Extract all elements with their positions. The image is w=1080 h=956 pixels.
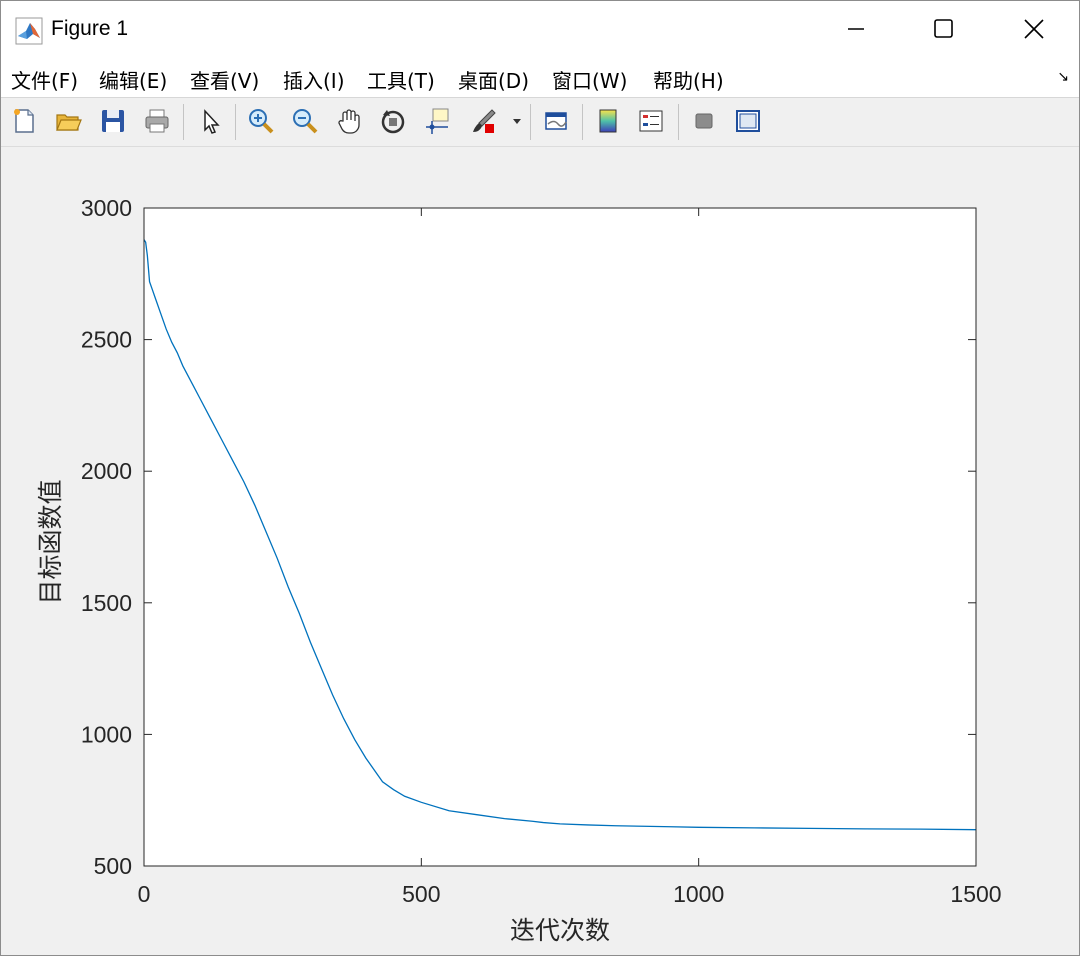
- new-figure-button[interactable]: [7, 104, 41, 138]
- menu-bar: 文件(F) 编辑(E) 查看(V) 插入(I) 工具(T) 桌面(D) 窗口(W…: [1, 57, 1079, 98]
- minimize-button[interactable]: [811, 1, 901, 57]
- menu-tools[interactable]: 工具(T): [367, 65, 435, 94]
- rotate-3d-icon: [381, 110, 405, 134]
- menu-window[interactable]: 窗口(W): [552, 65, 627, 94]
- x-axis-label: 迭代次数: [510, 916, 610, 945]
- colorbar-icon: [599, 109, 617, 133]
- link-plot-button[interactable]: [539, 104, 573, 138]
- y-axis-label: 目标函数值: [36, 479, 65, 604]
- minimize-icon: [848, 28, 864, 30]
- close-button[interactable]: [989, 1, 1079, 57]
- zoom-out-icon: [293, 109, 318, 134]
- y-tick-label: 2500: [81, 327, 132, 353]
- maximize-icon: [934, 19, 953, 38]
- y-tick-label: 2000: [81, 458, 132, 484]
- x-tick-label: 1000: [673, 881, 724, 907]
- data-cursor-button[interactable]: [420, 104, 454, 138]
- caret-down-icon: [513, 119, 521, 124]
- open-folder-icon: [56, 114, 82, 131]
- show-plot-tools-button[interactable]: [731, 104, 765, 138]
- zoom-in-button[interactable]: [244, 104, 278, 138]
- hide-plot-tools-button[interactable]: [687, 104, 721, 138]
- menu-view[interactable]: 查看(V): [190, 65, 259, 94]
- zoom-in-icon: [249, 109, 274, 134]
- link-plot-icon: [545, 112, 567, 130]
- y-tick-label: 3000: [81, 195, 132, 221]
- save-disk-icon: [102, 110, 124, 132]
- menu-insert[interactable]: 插入(I): [283, 65, 345, 94]
- menu-help[interactable]: 帮助(H): [653, 65, 724, 94]
- figure-toolbar: [1, 98, 1079, 147]
- pan-hand-icon: [338, 109, 360, 134]
- brush-dropdown[interactable]: [507, 104, 527, 138]
- y-tick-label: 500: [94, 853, 132, 879]
- toolbar-separator: [530, 104, 531, 140]
- toolbar-separator: [582, 104, 583, 140]
- menu-edit[interactable]: 编辑(E): [99, 65, 167, 94]
- toolbar-separator: [235, 104, 236, 140]
- open-file-button[interactable]: [51, 104, 85, 138]
- maximize-button[interactable]: [899, 1, 989, 57]
- zoom-out-button[interactable]: [288, 104, 322, 138]
- printer-icon: [145, 109, 169, 133]
- x-tick-label: 1500: [950, 881, 1001, 907]
- pan-button[interactable]: [332, 104, 366, 138]
- insert-legend-button[interactable]: [634, 104, 668, 138]
- rotate-3d-button[interactable]: [376, 104, 410, 138]
- legend-icon: [639, 110, 663, 132]
- title-bar[interactable]: Figure 1: [1, 1, 1079, 57]
- select-button[interactable]: [193, 104, 227, 138]
- line-plot[interactable]: 0 500 1000 150050010001500200025003000 迭代次数…: [1, 147, 1079, 955]
- brush-icon: [473, 109, 496, 133]
- menu-desktop[interactable]: 桌面(D): [458, 65, 529, 94]
- new-file-icon: [14, 109, 34, 133]
- y-tick-label: 1500: [81, 590, 132, 616]
- save-button[interactable]: [96, 104, 130, 138]
- matlab-logo-icon: [15, 17, 43, 45]
- y-tick-label: 1000: [81, 721, 132, 747]
- show-plot-tools-icon: [736, 110, 760, 132]
- window-title: Figure 1: [51, 17, 129, 40]
- toolbar-separator: [183, 104, 184, 140]
- insert-colorbar-button[interactable]: [591, 104, 625, 138]
- data-tips-icon: [426, 108, 449, 134]
- dock-arrow-icon[interactable]: ↘: [1057, 69, 1069, 85]
- figure-window: Figure 1 文件(F) 编辑(E) 查看(V) 插入(I) 工具(T) 桌…: [0, 0, 1080, 956]
- x-tick-label: 500: [402, 881, 440, 907]
- close-icon: [1024, 19, 1044, 39]
- menu-file[interactable]: 文件(F): [11, 65, 78, 94]
- pointer-arrow-icon: [204, 109, 220, 134]
- figure-canvas[interactable]: 0 500 1000 1500 500 1000 1500 2000 2500 3000 迭代次数…: [1, 147, 1079, 955]
- x-tick-label: 0: [138, 881, 151, 907]
- brush-button[interactable]: [467, 104, 501, 138]
- print-button[interactable]: [140, 104, 174, 138]
- hide-plot-tools-icon: [695, 113, 713, 129]
- toolbar-separator: [678, 104, 679, 140]
